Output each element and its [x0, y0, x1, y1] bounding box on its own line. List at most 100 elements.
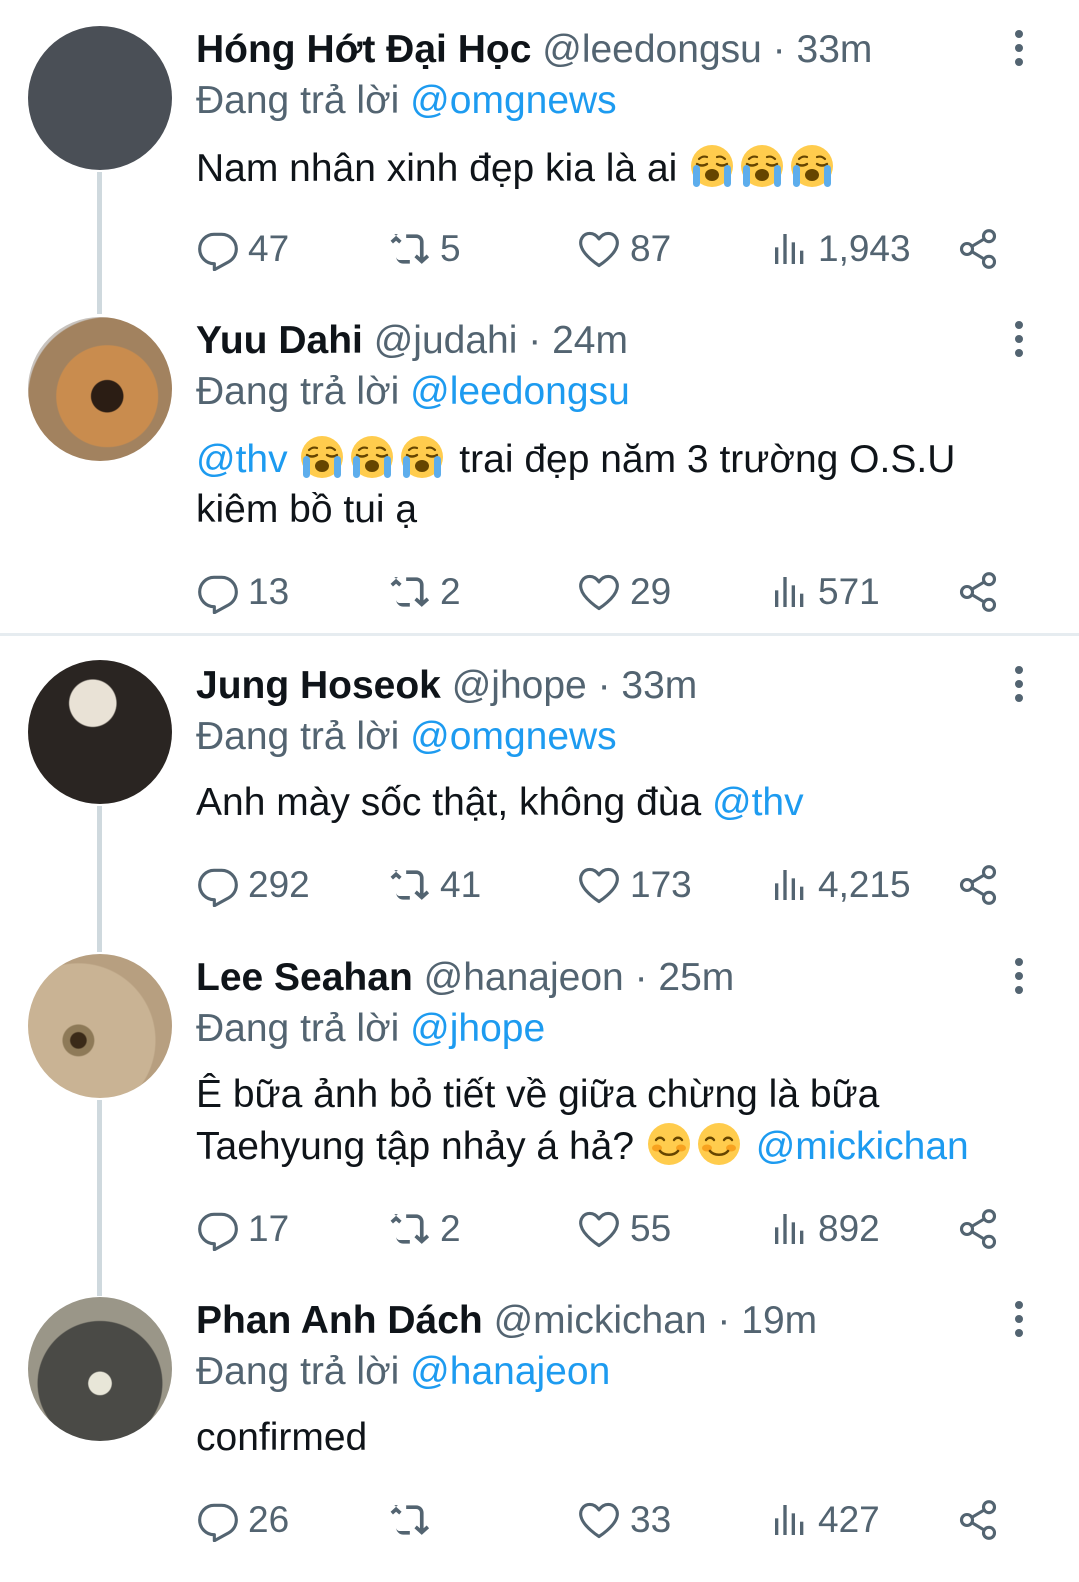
timestamp[interactable]: 19m	[741, 1299, 817, 1342]
reply-button[interactable]: 17	[196, 1204, 289, 1254]
reply-button[interactable]: 26	[196, 1495, 289, 1545]
timestamp[interactable]: 24m	[552, 319, 628, 362]
share-button[interactable]	[956, 860, 1008, 910]
replying-prefix: Đang trả lời	[196, 715, 400, 758]
heart-icon	[576, 570, 622, 614]
separator-dot: ·	[772, 28, 786, 71]
display-name[interactable]: Jung Hoseok	[196, 664, 441, 707]
views-button[interactable]: 571	[770, 567, 880, 617]
timestamp[interactable]: 33m	[797, 28, 873, 71]
replying-prefix: Đang trả lời	[196, 79, 400, 122]
share-button[interactable]	[956, 224, 1008, 274]
like-button[interactable]: 33	[576, 1495, 671, 1545]
loudly-crying-face-icon	[298, 433, 346, 481]
views-button[interactable]: 892	[770, 1204, 880, 1254]
user-handle[interactable]: @jhope	[452, 664, 587, 707]
tweet[interactable]: Yuu Dahi @judahi · 24m Đang trả lời @lee…	[0, 311, 1079, 627]
user-handle[interactable]: @mickichan	[494, 1299, 707, 1342]
avatar[interactable]	[28, 26, 172, 170]
reply-count: 13	[248, 571, 290, 612]
avatar[interactable]	[28, 660, 172, 804]
reply-button[interactable]: 13	[196, 567, 289, 617]
tweet[interactable]: Jung Hoseok @jhope · 33m Đang trả lời @o…	[0, 656, 1079, 946]
replying-to: Đang trả lời @hanajeon	[196, 1347, 610, 1397]
tweet-actions: 47 5 87 1,943	[196, 224, 1016, 274]
retweet-button[interactable]: 2	[384, 567, 461, 617]
user-handle[interactable]: @hanajeon	[424, 956, 624, 999]
retweet-icon	[384, 1207, 432, 1251]
replying-to-mention[interactable]: @omgnews	[410, 715, 617, 758]
more-options-icon[interactable]	[1009, 1301, 1029, 1341]
display-name[interactable]: Lee Seahan	[196, 956, 413, 999]
views-button[interactable]: 1,943	[770, 224, 911, 274]
retweet-button[interactable]: 2	[384, 1204, 461, 1254]
tweet[interactable]: Hóng Hớt Đại Học @leedongsu · 33m Đang t…	[0, 20, 1079, 310]
retweet-icon	[384, 1498, 432, 1542]
reply-icon	[196, 1207, 240, 1251]
heart-icon	[576, 863, 622, 907]
retweet-button[interactable]: 5	[384, 224, 461, 274]
inline-mention[interactable]: @thv	[196, 438, 288, 481]
timestamp[interactable]: 33m	[621, 664, 697, 707]
retweet-icon	[384, 570, 432, 614]
replying-to-mention[interactable]: @hanajeon	[410, 1350, 610, 1393]
user-handle[interactable]: @leedongsu	[542, 28, 762, 71]
more-options-icon[interactable]	[1009, 30, 1029, 70]
reply-button[interactable]: 47	[196, 224, 289, 274]
inline-mention[interactable]: @thv	[712, 781, 804, 824]
like-count: 87	[630, 228, 672, 269]
replying-to-mention[interactable]: @omgnews	[410, 79, 617, 122]
more-options-icon[interactable]	[1009, 321, 1029, 361]
loudly-crying-face-icon	[788, 142, 836, 190]
tweet-header: Hóng Hớt Đại Học @leedongsu · 33m	[196, 20, 872, 80]
replying-to-mention[interactable]: @leedongsu	[410, 370, 630, 413]
tweet[interactable]: Lee Seahan @hanajeon · 25m Đang trả lời …	[0, 948, 1079, 1288]
separator-dot: ·	[597, 664, 611, 707]
reply-count: 292	[248, 864, 310, 905]
display-name[interactable]: Yuu Dahi	[196, 319, 363, 362]
separator-dot: ·	[528, 319, 542, 362]
view-count: 1,943	[818, 228, 911, 269]
separator-dot: ·	[634, 956, 648, 999]
retweet-count: 5	[440, 228, 461, 269]
views-button[interactable]: 427	[770, 1495, 880, 1545]
share-button[interactable]	[956, 1495, 1008, 1545]
views-button[interactable]: 4,215	[770, 860, 911, 910]
views-icon	[770, 229, 810, 269]
share-icon	[956, 1207, 1000, 1251]
reply-button[interactable]: 292	[196, 860, 310, 910]
retweet-count: 2	[440, 1208, 461, 1249]
share-button[interactable]	[956, 567, 1008, 617]
tweet[interactable]: Phan Anh Dách @mickichan · 19m Đang trả …	[0, 1291, 1079, 1581]
tweet-header: Jung Hoseok @jhope · 33m	[196, 656, 697, 716]
avatar[interactable]	[28, 954, 172, 1098]
display-name[interactable]: Phan Anh Dách	[196, 1299, 483, 1342]
more-options-icon[interactable]	[1009, 666, 1029, 706]
loudly-crying-face-icon	[348, 433, 396, 481]
share-button[interactable]	[956, 1204, 1008, 1254]
replying-to-mention[interactable]: @jhope	[410, 1007, 545, 1050]
avatar[interactable]	[28, 1297, 172, 1441]
avatar[interactable]	[28, 317, 172, 461]
loudly-crying-face-icon	[738, 142, 786, 190]
views-icon	[770, 865, 810, 905]
divider	[0, 633, 1079, 636]
timestamp[interactable]: 25m	[658, 956, 734, 999]
like-button[interactable]: 173	[576, 860, 692, 910]
like-button[interactable]: 55	[576, 1204, 671, 1254]
inline-mention[interactable]: @mickichan	[756, 1125, 969, 1168]
user-handle[interactable]: @judahi	[374, 319, 518, 362]
replying-prefix: Đang trả lời	[196, 1350, 400, 1393]
replying-to: Đang trả lời @omgnews	[196, 712, 617, 762]
like-button[interactable]: 29	[576, 567, 671, 617]
retweet-button[interactable]: 41	[384, 860, 481, 910]
retweet-count: 41	[440, 864, 482, 905]
reply-icon	[196, 863, 240, 907]
like-button[interactable]: 87	[576, 224, 671, 274]
more-options-icon[interactable]	[1009, 958, 1029, 998]
retweet-button[interactable]	[384, 1495, 440, 1545]
like-count: 173	[630, 864, 692, 905]
display-name[interactable]: Hóng Hớt Đại Học	[196, 28, 531, 71]
tweet-actions: 17 2 55 892	[196, 1204, 1016, 1254]
smiling-face-icon	[645, 1120, 693, 1168]
